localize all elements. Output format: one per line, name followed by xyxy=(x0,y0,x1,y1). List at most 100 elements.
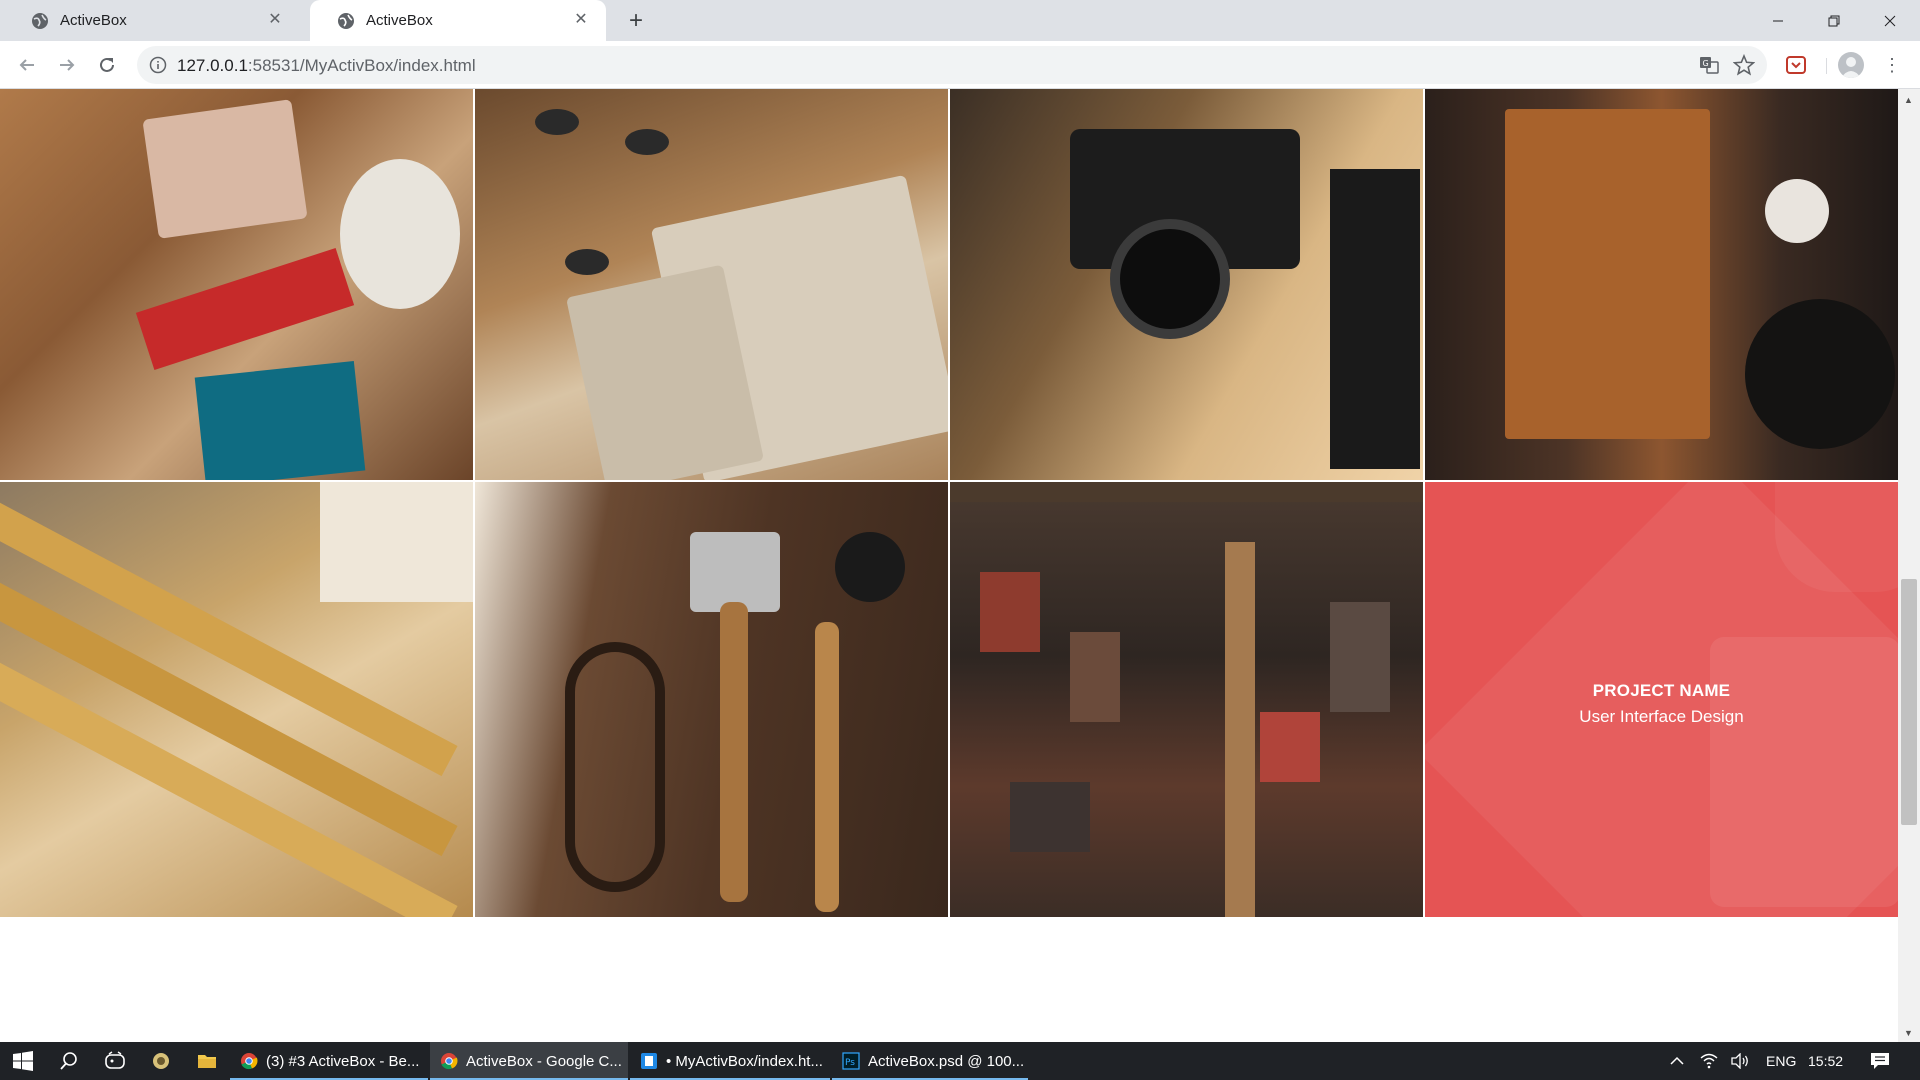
taskbar: (3) #3 ActiveBox - Be... ActiveBox - Goo… xyxy=(0,1042,1920,1080)
svg-text:Ps: Ps xyxy=(845,1058,855,1068)
svg-text:G: G xyxy=(1703,59,1709,68)
portfolio-item-folding-rulers[interactable] xyxy=(0,482,473,917)
url-host: 127.0.0.1 xyxy=(177,56,248,75)
lens-image-part xyxy=(1110,219,1230,339)
label-image-part xyxy=(320,482,473,602)
speaker-icon xyxy=(1731,1053,1748,1069)
editor-icon xyxy=(641,1053,657,1069)
axe-head-image-part xyxy=(690,532,780,612)
tab-title: ActiveBox xyxy=(366,12,433,29)
profile-avatar-icon[interactable] xyxy=(1838,52,1864,78)
toolbar-divider xyxy=(1826,58,1827,74)
task-view-button[interactable] xyxy=(92,1042,138,1080)
url-path: :58531/MyActivBox/index.html xyxy=(247,56,476,75)
tab-activebox-1[interactable]: ActiveBox ✕ xyxy=(4,0,300,41)
star-icon[interactable] xyxy=(1733,54,1755,76)
windows-logo-icon xyxy=(13,1051,33,1071)
address-bar[interactable]: 127.0.0.1:58531/MyActivBox/index.html G xyxy=(137,46,1767,84)
hammer-handle-image-part xyxy=(815,622,839,912)
type-block-image-part xyxy=(1010,782,1090,852)
reload-icon xyxy=(100,57,114,72)
minimize-icon xyxy=(1773,20,1783,21)
arrow-left-icon xyxy=(19,59,34,71)
close-window-button[interactable] xyxy=(1862,0,1918,41)
browser-toolbar: 127.0.0.1:58531/MyActivBox/index.html G … xyxy=(0,41,1920,89)
book-image-part xyxy=(142,99,308,239)
portfolio-item-cutting-board[interactable] xyxy=(1425,89,1898,480)
project-overlay: PROJECT NAME User Interface Design xyxy=(1425,482,1898,917)
shelf-image-part xyxy=(950,482,1423,502)
url-text: 127.0.0.1:58531/MyActivBox/index.html xyxy=(177,56,476,76)
taskbar-app-chrome-activebox[interactable]: ActiveBox - Google C... xyxy=(430,1042,628,1080)
tab-activebox-2[interactable]: ActiveBox ✕ xyxy=(310,0,606,41)
close-tab-icon[interactable]: ✕ xyxy=(266,11,284,29)
arrow-right-icon xyxy=(60,59,75,71)
show-hidden-icons-button[interactable] xyxy=(1670,1042,1684,1080)
pocket-extension-icon[interactable] xyxy=(1785,54,1807,76)
action-center-button[interactable] xyxy=(1870,1042,1890,1080)
vertical-scrollbar[interactable]: ▲ ▼ xyxy=(1898,89,1920,1042)
portfolio-item-cameras[interactable] xyxy=(950,89,1423,480)
wifi-icon xyxy=(1700,1053,1718,1069)
taskbar-app-editor[interactable]: • MyActivBox/index.ht... xyxy=(630,1042,830,1080)
info-icon[interactable] xyxy=(149,56,167,74)
scroll-down-icon[interactable]: ▼ xyxy=(1904,1028,1913,1038)
tab-title: ActiveBox xyxy=(60,12,127,29)
divider-image-part xyxy=(1225,542,1255,917)
taskbar-app-chrome-behance[interactable]: (3) #3 ActiveBox - Be... xyxy=(230,1042,428,1080)
globe-icon xyxy=(338,12,354,29)
notification-icon xyxy=(1871,1053,1889,1069)
board-image-part xyxy=(1505,109,1710,439)
button-image-part xyxy=(625,129,669,155)
network-button[interactable] xyxy=(1700,1042,1718,1080)
taskbar-app-label: • MyActivBox/index.ht... xyxy=(666,1052,823,1070)
taskbar-app-label: ActiveBox - Google C... xyxy=(466,1052,622,1070)
search-icon xyxy=(60,1052,77,1070)
back-button[interactable] xyxy=(13,51,41,79)
portfolio-item-vintage-collection[interactable] xyxy=(0,89,473,480)
more-menu-icon[interactable]: ⋮ xyxy=(1880,53,1904,77)
volume-button[interactable] xyxy=(1730,1042,1750,1080)
portfolio-item-letterpress-type[interactable] xyxy=(950,482,1423,917)
vpn-app-button[interactable] xyxy=(138,1042,184,1080)
forward-button[interactable] xyxy=(53,51,81,79)
minimize-button[interactable] xyxy=(1750,0,1806,41)
scroll-thumb[interactable] xyxy=(1901,579,1917,825)
type-block-image-part xyxy=(980,572,1040,652)
reload-button[interactable] xyxy=(93,51,121,79)
chrome-icon xyxy=(241,1053,258,1070)
project-category: User Interface Design xyxy=(1579,706,1744,726)
search-button[interactable] xyxy=(46,1042,92,1080)
taskbar-app-label: (3) #3 ActiveBox - Be... xyxy=(266,1052,420,1070)
close-icon xyxy=(1884,15,1896,26)
pan-image-part xyxy=(1745,299,1895,449)
chrome-icon xyxy=(441,1053,458,1070)
new-tab-button[interactable]: + xyxy=(622,8,650,36)
language-indicator[interactable]: ENG xyxy=(1766,1042,1796,1080)
person-icon xyxy=(1841,57,1861,78)
task-view-icon xyxy=(105,1051,125,1069)
portfolio-item-old-tools[interactable] xyxy=(475,482,948,917)
card-image-part xyxy=(194,360,366,480)
translate-icon[interactable]: G xyxy=(1699,55,1719,75)
taskbar-app-photoshop[interactable]: Ps ActiveBox.psd @ 100... xyxy=(832,1042,1028,1080)
tongs-image-part xyxy=(565,642,665,892)
restore-button[interactable] xyxy=(1806,0,1862,41)
clock[interactable]: 15:52 xyxy=(1808,1042,1843,1080)
button-image-part xyxy=(565,249,609,275)
tape-image-part xyxy=(835,532,905,602)
close-tab-icon[interactable]: ✕ xyxy=(572,11,590,29)
portfolio-item-notebooks[interactable] xyxy=(475,89,948,480)
file-explorer-button[interactable] xyxy=(184,1042,230,1080)
scroll-up-icon[interactable]: ▲ xyxy=(1904,95,1913,105)
axe-handle-image-part xyxy=(720,602,748,902)
tab-strip: ActiveBox ✕ ActiveBox ✕ + xyxy=(0,0,1920,41)
portfolio-item-hovered[interactable]: PROJECT NAME User Interface Design xyxy=(1425,482,1898,917)
button-image-part xyxy=(535,109,579,135)
project-name: PROJECT NAME xyxy=(1592,680,1731,700)
folder-icon xyxy=(198,1055,216,1068)
page-viewport: PROJECT NAME User Interface Design ▲ ▼ xyxy=(0,89,1920,1042)
taskbar-app-label: ActiveBox.psd @ 100... xyxy=(868,1052,1025,1070)
start-button[interactable] xyxy=(0,1042,46,1080)
photoshop-icon: Ps xyxy=(842,1052,860,1070)
